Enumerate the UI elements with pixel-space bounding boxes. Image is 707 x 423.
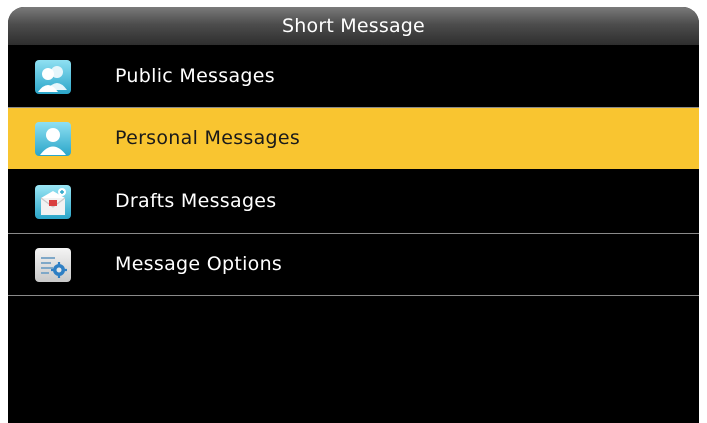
personal-messages-icon	[35, 122, 71, 156]
message-options-icon	[35, 248, 71, 282]
public-messages-icon	[35, 60, 71, 94]
menu-item-personal-messages[interactable]: Personal Messages	[8, 108, 699, 169]
menu-item-label: Drafts Messages	[115, 190, 277, 212]
menu-item-label: Message Options	[115, 253, 283, 275]
menu-item-drafts-messages[interactable]: Drafts Messages	[8, 171, 699, 232]
menu-item-label: Personal Messages	[115, 127, 301, 149]
menu-item-label: Public Messages	[115, 65, 275, 87]
menu-item-public-messages[interactable]: Public Messages	[8, 46, 699, 107]
screen: Short Message Public Messages Personal M…	[8, 7, 699, 423]
menu-item-message-options[interactable]: Message Options	[8, 234, 699, 295]
divider	[8, 295, 699, 296]
page-title: Short Message	[282, 15, 425, 37]
title-bar: Short Message	[8, 7, 699, 45]
drafts-messages-icon	[35, 185, 71, 219]
